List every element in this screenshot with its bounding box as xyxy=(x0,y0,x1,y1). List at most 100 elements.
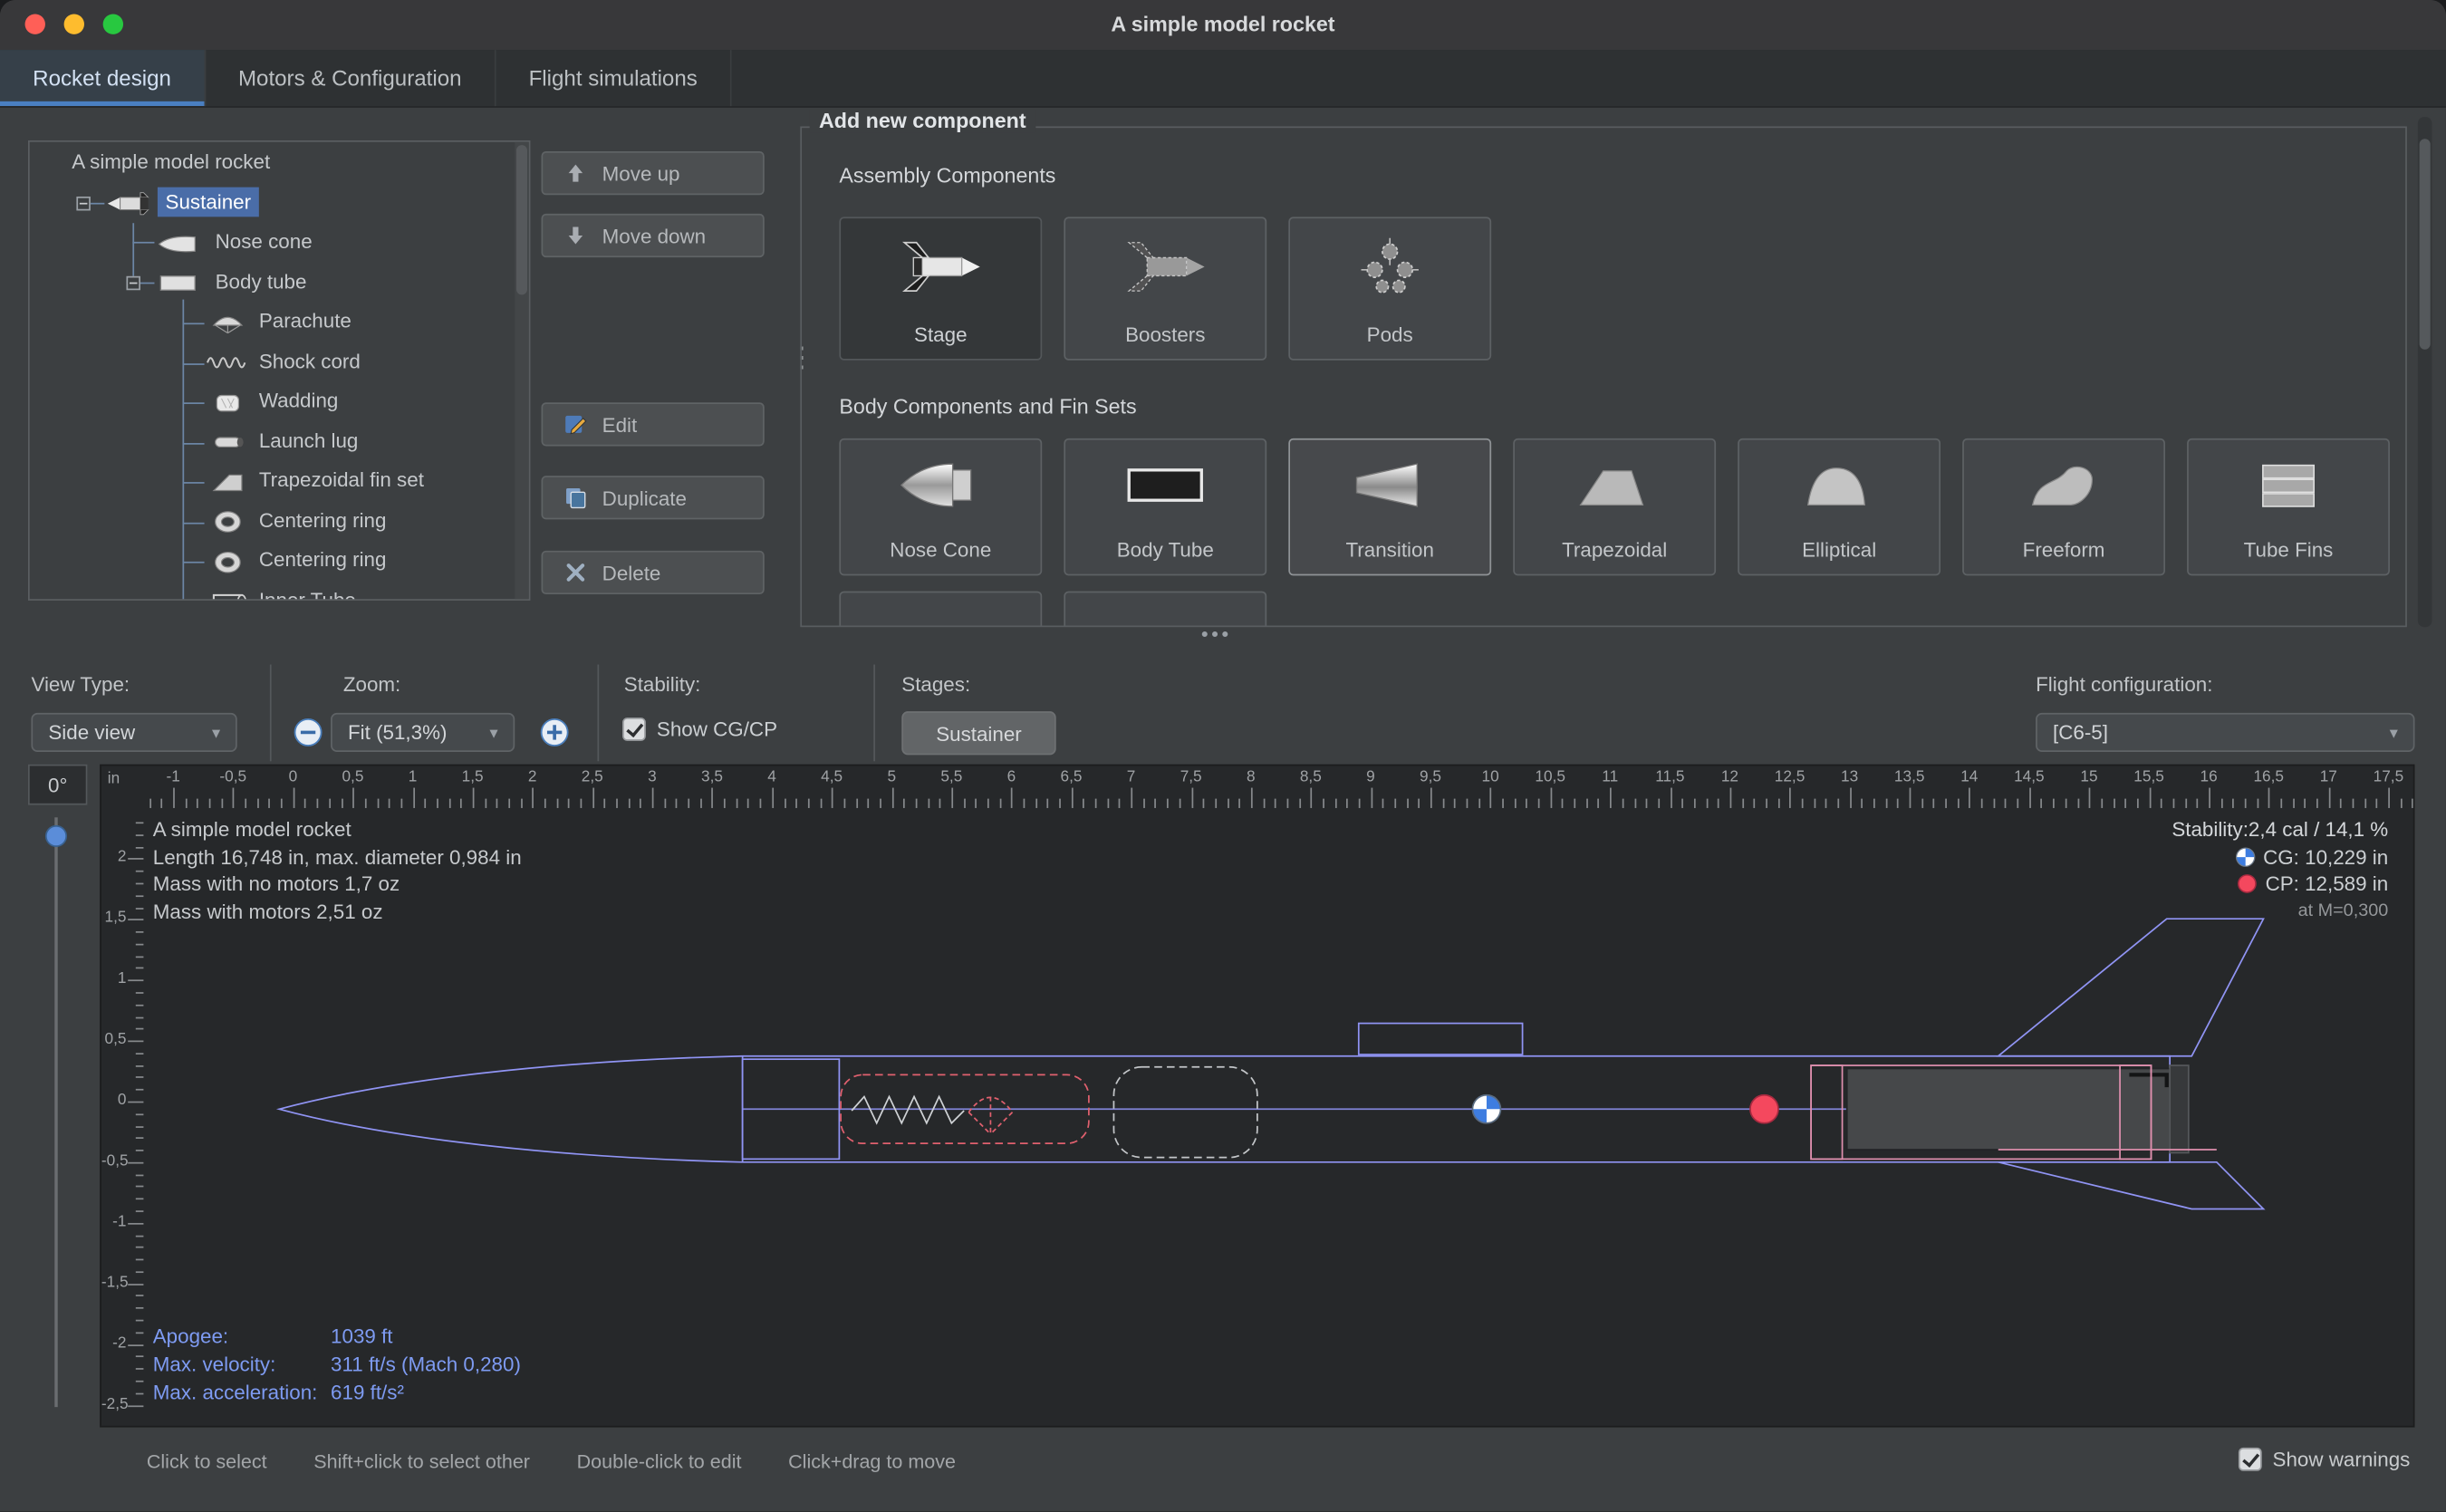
titlebar: A simple model rocket xyxy=(0,0,2446,52)
checkbox-icon xyxy=(622,717,646,741)
wadding-outline xyxy=(1113,1067,1257,1158)
section-heading: Body Components and Fin Sets xyxy=(839,395,1136,419)
cg-row: CG: 10,229 in xyxy=(2172,843,2388,871)
zoom-label: Zoom: xyxy=(343,672,400,696)
button-move-down[interactable]: Move down xyxy=(541,214,764,257)
component-button-tube-fins[interactable]: Tube Fins xyxy=(2187,438,2390,576)
elliptical-icon xyxy=(1791,440,1888,531)
view-type-select[interactable]: Side view ▼ xyxy=(31,713,236,752)
zoom-in-button[interactable] xyxy=(540,717,570,747)
zoom-value: Fit (51,3%) xyxy=(348,721,447,745)
component-button-trapezoidal[interactable]: Trapezoidal xyxy=(1513,438,1716,576)
panel-scrollbar[interactable] xyxy=(2418,117,2432,627)
component-button-body-tube[interactable]: Body Tube xyxy=(1064,438,1266,576)
hint-text: Click to select xyxy=(147,1450,267,1472)
component-button-stage[interactable]: Stage xyxy=(839,217,1042,360)
component-button-nose-cone[interactable]: Nose Cone xyxy=(839,438,1042,576)
tree-item-parachute[interactable]: Parachute xyxy=(251,305,359,335)
component-button-freeform[interactable]: Freeform xyxy=(1962,438,2165,576)
app-window: A simple model rocket Rocket designMotor… xyxy=(0,0,2446,1512)
show-warnings-checkbox[interactable]: Show warnings xyxy=(2239,1448,2411,1471)
tab-flight-simulations[interactable]: Flight simulations xyxy=(496,50,731,106)
shockcord-icon xyxy=(205,351,252,376)
chevron-down-icon: ▼ xyxy=(2387,725,2401,740)
zoom-out-button[interactable] xyxy=(294,717,323,747)
tree-item-nose-cone[interactable]: Nose cone xyxy=(207,226,320,256)
add-component-title: Add new component xyxy=(810,110,1035,133)
tree-expander-icon[interactable] xyxy=(126,275,140,289)
component-button-partial[interactable] xyxy=(1064,592,1266,628)
button-edit[interactable]: Edit xyxy=(541,402,764,446)
wadding-icon xyxy=(205,390,252,415)
tree-expander-icon[interactable] xyxy=(76,196,90,209)
hint-text: Shift+click to select other xyxy=(313,1450,530,1472)
tree-item-centering-ring[interactable]: Centering ring xyxy=(251,544,394,574)
launchlug-icon xyxy=(205,429,252,455)
tab-motors-configuration[interactable]: Motors & Configuration xyxy=(206,50,496,106)
trapezoidal-icon xyxy=(1566,440,1663,531)
rotation-slider-track xyxy=(54,817,57,1407)
flight-configuration-label: Flight configuration: xyxy=(2036,672,2212,696)
centering-ring-fore xyxy=(1811,1065,1842,1159)
show-cgcp-checkbox[interactable]: Show CG/CP xyxy=(622,717,777,741)
hint-text: Double-click to edit xyxy=(577,1450,742,1472)
velocity-row: Max. velocity:311 ft/s (Mach 0,280) xyxy=(153,1353,521,1376)
cg-text: CG: 10,229 in xyxy=(2263,843,2388,871)
stability-text: Stability:2,4 cal / 14,1 % xyxy=(2172,816,2388,843)
component-button-partial[interactable] xyxy=(839,592,1042,628)
tree-item-trapezoidal-fin-set[interactable]: Trapezoidal fin set xyxy=(251,465,431,495)
main-tabbar: Rocket designMotors & ConfigurationFligh… xyxy=(0,50,2446,108)
tree-item-inner-tube[interactable]: Inner Tube xyxy=(251,584,363,601)
tree-item-wadding[interactable]: Wadding xyxy=(251,385,346,415)
show-cgcp-label: Show CG/CP xyxy=(657,717,777,741)
cg-icon xyxy=(2235,847,2255,867)
tree-item-sustainer[interactable]: Sustainer xyxy=(158,187,259,217)
cp-row: CP: 12,589 in xyxy=(2172,871,2388,898)
rocket-info: A simple model rocket Length 16,748 in, … xyxy=(153,816,522,926)
tree-scrollbar[interactable] xyxy=(515,142,528,600)
stability-info: Stability:2,4 cal / 14,1 % CG: 10,229 in… xyxy=(2172,816,2388,926)
rotation-slider-thumb[interactable] xyxy=(45,825,67,847)
motor xyxy=(1847,1069,2170,1151)
component-button-transition[interactable]: Transition xyxy=(1288,438,1491,576)
rocket-icon xyxy=(104,191,151,217)
tree-item-a-simple-model-rocket[interactable]: A simple model rocket xyxy=(64,147,278,177)
chevron-down-icon: ▼ xyxy=(209,725,223,740)
lower-fin xyxy=(1998,1162,2264,1209)
parachute-glyph xyxy=(968,1096,1012,1133)
tree-item-body-tube[interactable]: Body tube xyxy=(207,266,314,296)
zoom-select[interactable]: Fit (51,3%) ▼ xyxy=(331,713,515,752)
tree-item-launch-lug[interactable]: Launch lug xyxy=(251,425,366,455)
chevron-down-icon: ▼ xyxy=(486,725,500,740)
stages-label: Stages: xyxy=(901,672,970,696)
flight-configuration-select[interactable]: [C6-5] ▼ xyxy=(2036,713,2414,752)
component-button-elliptical[interactable]: Elliptical xyxy=(1738,438,1940,576)
view-type-label: View Type: xyxy=(31,672,130,696)
add-component-panel: Assembly ComponentsStageBoostersPodsBody… xyxy=(800,126,2407,627)
delete-icon xyxy=(563,560,589,585)
button-delete[interactable]: Delete xyxy=(541,551,764,594)
finset-icon xyxy=(205,469,252,495)
acceleration-row: Max. acceleration:619 ft/s² xyxy=(153,1381,404,1404)
upper-fin xyxy=(1998,919,2264,1056)
close-window-button[interactable] xyxy=(25,14,45,34)
stage-icon xyxy=(892,218,989,315)
arrow-up-icon xyxy=(563,160,589,186)
button-move-up[interactable]: Move up xyxy=(541,151,764,195)
cp-icon xyxy=(2238,874,2258,894)
component-tree-panel: A simple model rocket Sustainer Nose cone B… xyxy=(28,140,530,601)
tree-item-shock-cord[interactable]: Shock cord xyxy=(251,345,368,375)
minimize-window-button[interactable] xyxy=(64,14,84,34)
tree-item-centering-ring[interactable]: Centering ring xyxy=(251,505,394,534)
zoom-window-button[interactable] xyxy=(103,14,123,34)
component-button-pods[interactable]: Pods xyxy=(1288,217,1491,360)
component-button-boosters[interactable]: Boosters xyxy=(1064,217,1266,360)
button-duplicate[interactable]: Duplicate xyxy=(541,476,764,519)
mach-text: at M=0,300 xyxy=(2172,898,2388,925)
nosecone-lg-icon xyxy=(892,440,989,531)
rocket-view[interactable]: -1-0,500,511,522,533,544,555,566,577,588… xyxy=(100,765,2414,1428)
tab-rocket-design[interactable]: Rocket design xyxy=(0,50,206,106)
horizontal-splitter-handle[interactable]: ••• xyxy=(1201,622,1232,646)
motor-aft xyxy=(2170,1065,2189,1152)
stage-toggle-sustainer[interactable]: Sustainer xyxy=(901,711,1055,755)
